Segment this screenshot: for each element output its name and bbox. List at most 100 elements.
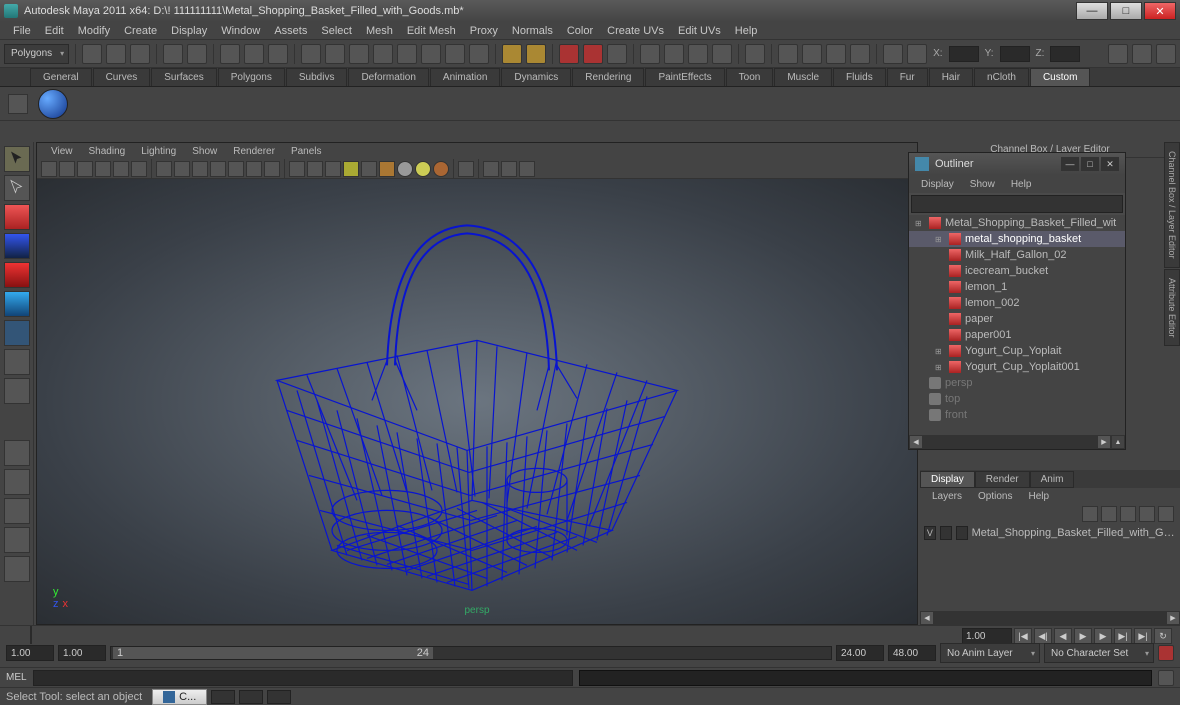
tool-icon[interactable] <box>469 44 489 64</box>
playback-end-field[interactable]: 24.00 <box>836 645 884 661</box>
scale-tool[interactable] <box>4 291 30 317</box>
time-slider[interactable]: 123456789101112131415161718192021222324 <box>30 626 32 644</box>
tool-icon[interactable] <box>688 44 708 64</box>
step-back-button[interactable]: ◀ <box>1054 628 1072 644</box>
shelf-tab-subdivs[interactable]: Subdivs <box>286 68 348 86</box>
history-toggle-icon[interactable] <box>526 44 546 64</box>
soft-mod-tool[interactable] <box>4 349 30 375</box>
vp-icon[interactable] <box>113 161 129 177</box>
menu-help[interactable]: Help <box>728 25 765 37</box>
single-view-icon[interactable] <box>4 440 30 466</box>
shelf-tab-general[interactable]: General <box>30 68 92 86</box>
shelf-tab-hair[interactable]: Hair <box>929 68 973 86</box>
shelf-script-button[interactable] <box>38 89 68 119</box>
shelf-tab-surfaces[interactable]: Surfaces <box>151 68 216 86</box>
layer-icon[interactable] <box>1120 506 1136 522</box>
shelf-tab-painteffects[interactable]: PaintEffects <box>645 68 724 86</box>
outliner-item[interactable]: front <box>909 407 1125 423</box>
minimize-button[interactable]: — <box>1076 2 1108 20</box>
outliner-close-button[interactable]: ✕ <box>1101 157 1119 171</box>
coord-z-input[interactable] <box>1050 46 1080 62</box>
outliner-item[interactable]: ⊞metal_shopping_basket <box>909 231 1125 247</box>
layer-icon[interactable] <box>1139 506 1155 522</box>
shelf-tab-custom[interactable]: Custom <box>1030 68 1090 86</box>
vp-icon[interactable] <box>228 161 244 177</box>
vp-icon[interactable] <box>325 161 341 177</box>
outliner-item[interactable]: paper001 <box>909 327 1125 343</box>
go-end-button[interactable]: ▶| <box>1134 628 1152 644</box>
rotate-tool[interactable] <box>4 262 30 288</box>
script-editor-icon[interactable] <box>1158 670 1174 686</box>
outliner-item[interactable]: ⊞Yogurt_Cup_Yoplait001 <box>909 359 1125 375</box>
loop-button[interactable]: ↻ <box>1154 628 1172 644</box>
tool-icon[interactable] <box>421 44 441 64</box>
tool-icon[interactable] <box>664 44 684 64</box>
select-component-icon[interactable] <box>268 44 288 64</box>
render-globals-icon[interactable] <box>607 44 627 64</box>
outliner-search-input[interactable] <box>911 195 1123 213</box>
step-forward-button[interactable]: ▶| <box>1114 628 1132 644</box>
outliner-menu-display[interactable]: Display <box>913 179 962 190</box>
layout-icon[interactable] <box>1108 44 1128 64</box>
tool-icon[interactable] <box>445 44 465 64</box>
shelf-tab-fur[interactable]: Fur <box>887 68 928 86</box>
outliner-item[interactable]: persp <box>909 375 1125 391</box>
taskbar-window-button[interactable] <box>267 690 291 704</box>
vp-icon[interactable] <box>415 161 431 177</box>
new-scene-icon[interactable] <box>82 44 102 64</box>
outliner-titlebar[interactable]: Outliner — □ ✕ <box>909 153 1125 175</box>
vp-menu-renderer[interactable]: Renderer <box>225 146 283 157</box>
menu-create-uvs[interactable]: Create UVs <box>600 25 671 37</box>
vp-icon[interactable] <box>192 161 208 177</box>
playback-start-field[interactable]: 1.00 <box>58 645 106 661</box>
command-input[interactable] <box>33 670 573 686</box>
ipr-icon[interactable] <box>583 44 603 64</box>
outliner-item[interactable]: paper <box>909 311 1125 327</box>
menu-window[interactable]: Window <box>214 25 267 37</box>
snap-grid-icon[interactable] <box>301 44 321 64</box>
lasso-tool[interactable] <box>4 175 30 201</box>
tool-icon[interactable] <box>826 44 846 64</box>
snap-live-icon[interactable] <box>397 44 417 64</box>
outliner-item[interactable]: lemon_002 <box>909 295 1125 311</box>
menu-edit[interactable]: Edit <box>38 25 71 37</box>
menu-create[interactable]: Create <box>117 25 164 37</box>
coord-x-input[interactable] <box>949 46 979 62</box>
vp-icon[interactable] <box>77 161 93 177</box>
close-button[interactable]: ✕ <box>1144 2 1176 20</box>
tool-icon[interactable] <box>640 44 660 64</box>
menu-modify[interactable]: Modify <box>71 25 117 37</box>
tool-icon[interactable] <box>745 44 765 64</box>
menu-edit-mesh[interactable]: Edit Mesh <box>400 25 463 37</box>
layer-type-toggle[interactable] <box>940 526 952 540</box>
vp-icon[interactable] <box>131 161 147 177</box>
vp-icon[interactable] <box>156 161 172 177</box>
redo-icon[interactable] <box>187 44 207 64</box>
vp-menu-panels[interactable]: Panels <box>283 146 330 157</box>
shelf-tab-polygons[interactable]: Polygons <box>218 68 285 86</box>
menu-mesh[interactable]: Mesh <box>359 25 400 37</box>
shelf-tab-toon[interactable]: Toon <box>726 68 774 86</box>
vp-icon[interactable] <box>307 161 323 177</box>
outliner-scrollbar[interactable]: ◀▶▲ <box>909 435 1125 449</box>
go-start-button[interactable]: |◀ <box>1014 628 1032 644</box>
character-set-dropdown[interactable]: No Character Set <box>1044 643 1154 663</box>
layer-icon[interactable] <box>1101 506 1117 522</box>
paint-select-tool[interactable] <box>4 204 30 230</box>
vp-icon[interactable] <box>519 161 535 177</box>
layer-visibility-toggle[interactable]: V <box>924 526 936 540</box>
layout-icon[interactable] <box>4 556 30 582</box>
move-tool[interactable] <box>4 233 30 259</box>
menu-edit-uvs[interactable]: Edit UVs <box>671 25 728 37</box>
layer-menu-options[interactable]: Options <box>970 491 1020 502</box>
undo-icon[interactable] <box>163 44 183 64</box>
outliner-item[interactable]: Milk_Half_Gallon_02 <box>909 247 1125 263</box>
layout-icon[interactable] <box>1132 44 1152 64</box>
shelf-tab-animation[interactable]: Animation <box>430 68 500 86</box>
vp-icon[interactable] <box>433 161 449 177</box>
outliner-menu-help[interactable]: Help <box>1003 179 1040 190</box>
vp-icon[interactable] <box>379 161 395 177</box>
layout-icon[interactable] <box>1156 44 1176 64</box>
shelf-tab-ncloth[interactable]: nCloth <box>974 68 1029 86</box>
outliner-item[interactable]: ⊞Yogurt_Cup_Yoplait <box>909 343 1125 359</box>
